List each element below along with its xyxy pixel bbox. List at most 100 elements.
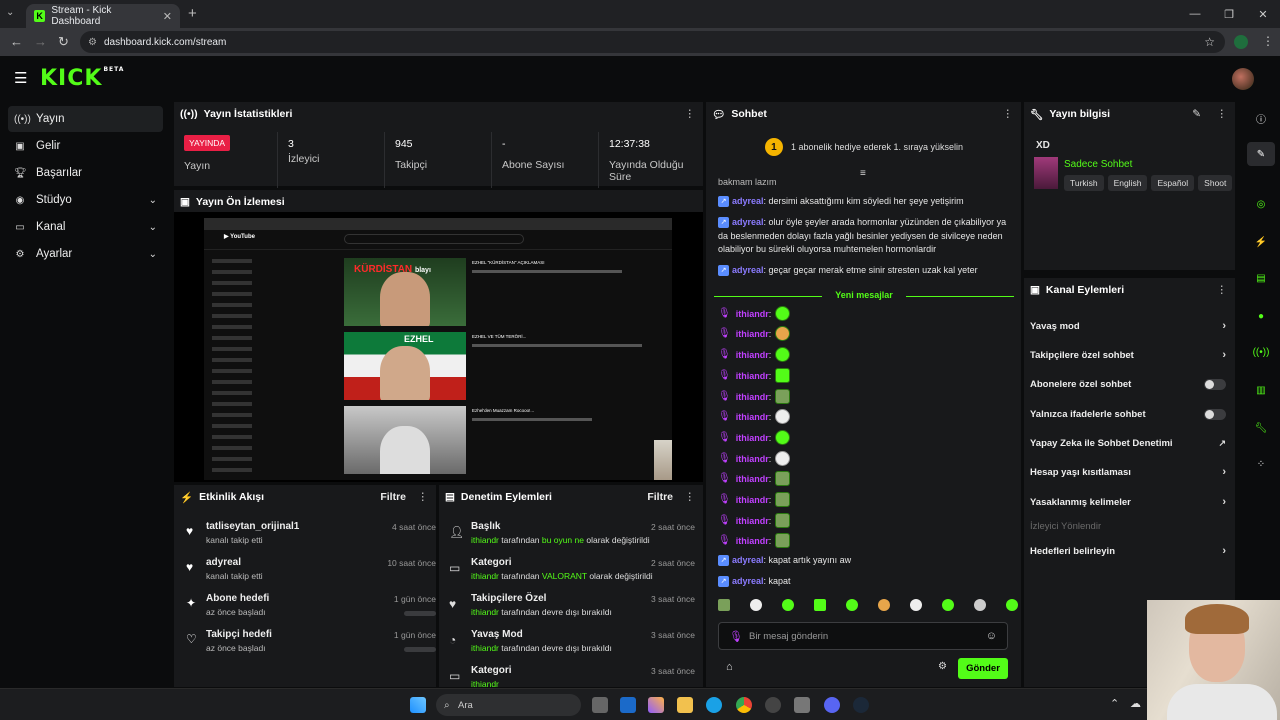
action-account-age[interactable]: Hesap yaşı kısıtlaması ›: [1030, 461, 1226, 483]
chat-menu-icon[interactable]: ⋮: [1003, 108, 1014, 120]
emote-icon[interactable]: [942, 599, 954, 611]
sidebar-item-kanal[interactable]: ▭ Kanal ⌄: [8, 214, 163, 240]
channel-actions-menu-icon[interactable]: ⋮: [1217, 284, 1228, 296]
browser-tab[interactable]: K Stream - Kick Dashboard ✕: [26, 4, 180, 28]
discord-icon[interactable]: [824, 697, 840, 713]
chat-settings-gear-icon[interactable]: ⚙: [938, 661, 947, 672]
forward-icon[interactable]: →: [34, 34, 47, 49]
emote-icon: [775, 326, 791, 341]
emote-icon[interactable]: [878, 599, 890, 611]
obs-icon[interactable]: [765, 697, 781, 713]
edge-icon[interactable]: [706, 697, 722, 713]
moderation-menu-icon[interactable]: ⋮: [685, 491, 696, 503]
chat-message-input[interactable]: 🎙︎ Bir mesaj gönderin ☺: [718, 622, 1008, 650]
taskbar-search[interactable]: ⌕ Ara: [436, 694, 581, 716]
activity-menu-icon[interactable]: ⋮: [418, 491, 429, 503]
new-tab-icon[interactable]: +: [188, 5, 197, 22]
camera-target-icon[interactable]: ◎: [1247, 192, 1275, 216]
sidebar-item-studyo[interactable]: ◉ Stüdyo ⌄: [8, 187, 163, 213]
chevron-right-icon: ›: [1222, 496, 1226, 508]
store-icon[interactable]: ⌂: [726, 661, 733, 673]
emote-icon[interactable]: [974, 599, 986, 611]
sidebar-item-gelir[interactable]: ▣ Gelir: [8, 133, 163, 159]
user-avatar[interactable]: [1232, 68, 1254, 90]
info-icon[interactable]: ⓘ: [1247, 106, 1275, 130]
verified-icon: ↗: [718, 217, 729, 229]
reload-icon[interactable]: ↻: [58, 34, 69, 50]
emotes-only-toggle[interactable]: [1204, 408, 1226, 420]
gift-leaderboard-banner[interactable]: 1 1 abonelik hediye ederek 1. sıraya yük…: [706, 132, 1021, 162]
task-view-icon[interactable]: [592, 697, 608, 713]
gift-rank-badge: 1: [764, 138, 783, 156]
kick-logo[interactable]: KICKBETA: [40, 66, 124, 91]
file-explorer-icon[interactable]: [677, 697, 693, 713]
emoji-picker-icon[interactable]: ☺: [986, 630, 997, 642]
emote-icon[interactable]: [910, 599, 922, 611]
heart-icon: ♥: [186, 560, 194, 574]
emote-icon[interactable]: [750, 599, 762, 611]
edit-pencil-icon[interactable]: ✎: [1192, 108, 1201, 120]
mod-item: 👤︎ Başlık ithiandr tarafından bu oyun ne…: [449, 521, 695, 545]
app-icon[interactable]: [794, 697, 810, 713]
broadcast-icon[interactable]: ((•)): [1247, 340, 1275, 364]
chat-bubble-icon[interactable]: ●: [1247, 304, 1275, 328]
bookmark-star-icon[interactable]: ☆: [1204, 35, 1215, 49]
captured-browser-window: ▶ YouTube KÜRDİSTAN blayı EZHEL EZHEL "K…: [204, 218, 672, 480]
emote-icon[interactable]: [846, 599, 858, 611]
emote-icon[interactable]: [814, 599, 826, 611]
send-button[interactable]: Gönder: [958, 658, 1008, 679]
stream-preview-video[interactable]: ▶ YouTube KÜRDİSTAN blayı EZHEL EZHEL "K…: [174, 212, 703, 482]
stats-menu-icon[interactable]: ⋮: [685, 108, 696, 120]
stat-followers: 945 Takipçi: [385, 132, 492, 188]
tray-expand-icon[interactable]: ⌃: [1110, 697, 1119, 710]
steam-icon[interactable]: [853, 697, 869, 713]
emote-icon: [775, 533, 791, 548]
url-field[interactable]: ⚙ dashboard.kick.com/stream ☆: [80, 31, 1225, 53]
sidebar-item-yayin[interactable]: ((•)) Yayın: [8, 106, 163, 132]
clipboard-icon[interactable]: ▤: [1247, 266, 1275, 290]
edit-icon[interactable]: ✎: [1247, 142, 1275, 166]
maximize-icon[interactable]: ❐: [1212, 0, 1246, 28]
moderation-filter-button[interactable]: Filtre: [647, 491, 673, 503]
action-ai-moderation[interactable]: Yapay Zeka ile Sohbet Denetimi ↗: [1030, 432, 1226, 454]
window-close-icon[interactable]: ✕: [1246, 0, 1280, 28]
mod-badge-icon: 🎙︎: [729, 630, 743, 643]
site-info-icon[interactable]: ⚙: [88, 37, 97, 48]
copilot-icon[interactable]: [648, 697, 664, 713]
activity-filter-button[interactable]: Filtre: [380, 491, 406, 503]
tab-close-icon[interactable]: ✕: [163, 10, 172, 23]
stream-info-menu-icon[interactable]: ⋮: [1217, 108, 1228, 120]
layout-icon[interactable]: ▥: [1247, 378, 1275, 402]
mod-badge-icon: 🎙︎: [718, 473, 731, 484]
browser-menu-icon[interactable]: ⋮: [1262, 34, 1274, 48]
subscribers-only-toggle[interactable]: [1204, 378, 1226, 390]
emote-icon[interactable]: [1006, 599, 1018, 611]
action-slow-mode[interactable]: Yavaş mod ›: [1030, 315, 1226, 337]
stream-category[interactable]: Sadece Sohbet: [1064, 159, 1132, 170]
lightning-icon[interactable]: ⚡: [1247, 230, 1275, 254]
outlook-icon[interactable]: [620, 697, 636, 713]
followers-value: 945: [395, 138, 413, 150]
action-subscribers-only[interactable]: Abonelere özel sohbet: [1030, 373, 1226, 395]
browser-profile-icon[interactable]: [1234, 35, 1248, 49]
tab-search-icon[interactable]: ⌄: [6, 7, 14, 18]
windows-start-icon[interactable]: [410, 697, 426, 713]
chrome-icon[interactable]: [736, 697, 752, 713]
cloud-icon[interactable]: ☁: [1130, 697, 1141, 710]
chat-message: 🎙︎ ithiandr:: [718, 512, 791, 529]
back-icon[interactable]: ←: [10, 34, 23, 49]
more-apps-icon[interactable]: ⁘: [1247, 452, 1275, 476]
sidebar-item-basarilar[interactable]: 🏆︎ Başarılar: [8, 160, 163, 186]
action-followers-only[interactable]: Takipçilere özel sohbet ›: [1030, 344, 1226, 366]
emote-icon[interactable]: [782, 599, 794, 611]
new-messages-divider: Yeni mesajlar: [714, 290, 1014, 304]
wrench-icon[interactable]: 🔧︎: [1247, 416, 1275, 440]
hamburger-menu-icon[interactable]: ☰: [14, 69, 27, 87]
sidebar-item-ayarlar[interactable]: ⚙ Ayarlar ⌄: [8, 241, 163, 267]
emote-icon[interactable]: [718, 599, 730, 611]
action-banned-words[interactable]: Yasaklanmış kelimeler ›: [1030, 491, 1226, 513]
action-emotes-only[interactable]: Yalnızca ifadelerle sohbet: [1030, 403, 1226, 425]
action-set-goals[interactable]: Hedefleri belirleyin ›: [1030, 540, 1226, 562]
minimize-icon[interactable]: —: [1178, 0, 1212, 28]
stream-stats-panel: ((•)) Yayın İstatistikleri ⋮ YAYINDA Yay…: [173, 101, 704, 188]
